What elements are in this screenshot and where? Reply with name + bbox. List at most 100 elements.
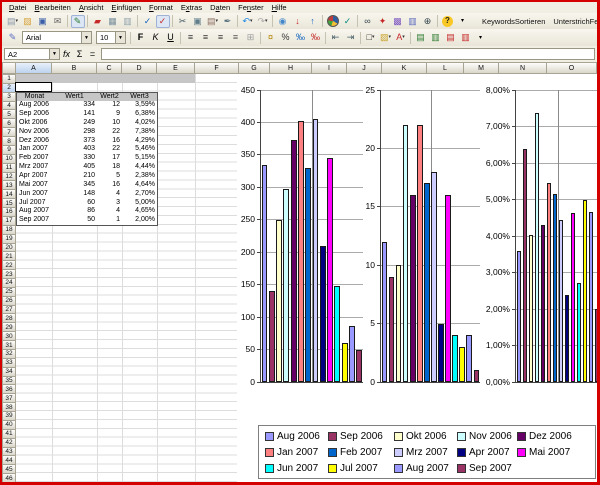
equals-icon[interactable]: = — [86, 49, 99, 59]
zoom-icon[interactable]: ⊕ — [421, 15, 435, 28]
redo-icon[interactable]: ↷▾ — [256, 15, 270, 28]
column-header-o[interactable]: O — [547, 62, 597, 74]
save-icon[interactable]: ▣ — [36, 15, 50, 28]
help-icon[interactable]: ? — [441, 15, 455, 28]
navigator-icon[interactable]: ✦ — [376, 15, 390, 28]
column-header-j[interactable]: J — [347, 62, 382, 74]
gallery-icon[interactable]: ▩ — [391, 15, 405, 28]
decrease-indent-icon[interactable]: ⇤ — [329, 31, 343, 44]
italic-icon[interactable]: K — [149, 31, 163, 44]
data-sources-icon[interactable]: ▥ — [406, 15, 420, 28]
column-header-d[interactable]: D — [122, 62, 157, 74]
chart-1-plot-area[interactable] — [260, 90, 363, 383]
custom-button-keywordssortieren[interactable]: KeywordsSortieren — [478, 16, 549, 27]
font-color-icon[interactable]: A▾ — [394, 31, 408, 44]
chart-2-plot-area[interactable] — [380, 90, 480, 383]
underline-icon[interactable]: U — [164, 31, 178, 44]
format-percent-icon[interactable]: % — [279, 31, 293, 44]
print-icon[interactable]: ▦ — [106, 15, 120, 28]
align-justify-icon[interactable]: ≡ — [229, 31, 243, 44]
table-cell[interactable]: 2,00% — [122, 216, 158, 226]
row-header-46[interactable]: 46 — [2, 473, 16, 483]
menu-item-daten[interactable]: Daten — [206, 3, 234, 12]
function-wizard-icon[interactable]: fx — [60, 49, 73, 59]
chart-3-plot-area[interactable] — [515, 90, 600, 383]
column-header-g[interactable]: G — [239, 62, 270, 74]
format-currency-icon[interactable]: ¤ — [264, 31, 278, 44]
delete-column-icon[interactable]: ▥ — [459, 31, 473, 44]
column-header-k[interactable]: K — [382, 62, 427, 74]
borders-icon[interactable]: □▾ — [364, 31, 378, 44]
undo-icon[interactable]: ↶▾ — [241, 15, 255, 28]
formula-input-line[interactable] — [101, 48, 595, 60]
increase-indent-icon[interactable]: ⇥ — [344, 31, 358, 44]
align-right-icon[interactable]: ≡ — [214, 31, 228, 44]
open-icon[interactable]: ▨ — [21, 15, 35, 28]
align-center-icon[interactable]: ≡ — [199, 31, 213, 44]
paste-icon[interactable]: ▤▾ — [206, 15, 220, 28]
column-header-l[interactable]: L — [427, 62, 464, 74]
column-header-a[interactable]: A — [16, 62, 52, 74]
toolbar-overflow-icon[interactable]: ▾ — [456, 15, 470, 28]
cell-reference-box[interactable]: A2 ▼ — [4, 48, 60, 60]
spellcheck-check-icon[interactable]: ✓ — [341, 15, 355, 28]
sort-ascending-icon[interactable]: ↓ — [291, 15, 305, 28]
table-cell[interactable]: 50 — [52, 216, 98, 226]
merge-cells-icon[interactable]: ⊞ — [244, 31, 258, 44]
email-icon[interactable]: ✉ — [51, 15, 65, 28]
delete-decimal-icon[interactable]: ‰ — [309, 31, 323, 44]
toolbar-overflow-icon[interactable]: ▾ — [474, 31, 488, 44]
dropdown-arrow-icon[interactable]: ▾ — [250, 19, 253, 24]
dropdown-arrow-icon[interactable]: ▾ — [372, 35, 375, 40]
column-header-h[interactable]: H — [270, 62, 312, 74]
column-header-f[interactable]: F — [195, 62, 239, 74]
menu-item-ansicht[interactable]: Ansicht — [75, 3, 108, 12]
add-decimal-icon[interactable]: ‰ — [294, 31, 308, 44]
format-paintbrush-icon[interactable]: ✒ — [221, 15, 235, 28]
dropdown-arrow-icon[interactable]: ▾ — [389, 35, 392, 40]
page-preview-icon[interactable]: ▥ — [121, 15, 135, 28]
align-left-icon[interactable]: ≡ — [184, 31, 198, 44]
column-header-e[interactable]: E — [157, 62, 195, 74]
dropdown-arrow-icon[interactable]: ▾ — [402, 35, 405, 40]
column-header-b[interactable]: B — [52, 62, 97, 74]
chart-legend[interactable]: Aug 2006Sep 2006Okt 2006Nov 2006Dez 2006… — [258, 425, 596, 479]
menu-item-format[interactable]: Format — [145, 3, 177, 12]
bold-icon[interactable]: F — [134, 31, 148, 44]
font-size-combobox[interactable]: 10 ▼ — [96, 31, 126, 44]
column-header-m[interactable]: M — [464, 62, 499, 74]
export-pdf-icon[interactable]: ▰ — [91, 15, 105, 28]
column-header-i[interactable]: I — [312, 62, 347, 74]
insert-row-icon[interactable]: ▤ — [414, 31, 428, 44]
dropdown-arrow-icon[interactable]: ▾ — [16, 19, 19, 24]
menu-item-hilfe[interactable]: Hilfe — [268, 3, 291, 12]
hyperlink-icon[interactable]: ◉ — [276, 15, 290, 28]
auto-spellcheck-icon[interactable]: ✓ — [156, 15, 170, 28]
table-cell[interactable]: Sep 2007 — [16, 216, 53, 226]
styles-icon[interactable]: ✎ — [6, 31, 20, 44]
font-name-combobox[interactable]: Arial ▼ — [22, 31, 92, 44]
active-cell-a2[interactable] — [15, 82, 52, 92]
chevron-down-icon[interactable]: ▼ — [49, 49, 59, 59]
edit-mode-icon[interactable]: ✎ — [71, 15, 85, 28]
spellcheck-icon[interactable]: ✓ — [141, 15, 155, 28]
menu-item-extras[interactable]: Extras — [177, 3, 206, 12]
chevron-down-icon[interactable]: ▼ — [81, 32, 91, 43]
column-header-c[interactable]: C — [97, 62, 122, 74]
sum-icon[interactable]: Σ — [73, 49, 86, 59]
delete-row-icon[interactable]: ▤ — [444, 31, 458, 44]
table-cell[interactable]: 1 — [97, 216, 123, 226]
dropdown-arrow-icon[interactable]: ▾ — [216, 19, 219, 24]
insert-column-icon[interactable]: ▥ — [429, 31, 443, 44]
dropdown-arrow-icon[interactable]: ▾ — [265, 19, 268, 24]
copy-icon[interactable]: ▣ — [191, 15, 205, 28]
cut-icon[interactable]: ✂ — [176, 15, 190, 28]
find-replace-icon[interactable]: ∞ — [361, 15, 375, 28]
select-all-corner[interactable] — [2, 62, 16, 74]
menu-item-datei[interactable]: Datei — [5, 3, 31, 12]
chevron-down-icon[interactable]: ▼ — [115, 32, 125, 43]
column-header-n[interactable]: N — [499, 62, 547, 74]
menu-item-bearbeiten[interactable]: Bearbeiten — [31, 3, 75, 12]
insert-chart-icon[interactable] — [326, 15, 340, 28]
menu-item-einfügen[interactable]: Einfügen — [107, 3, 145, 12]
